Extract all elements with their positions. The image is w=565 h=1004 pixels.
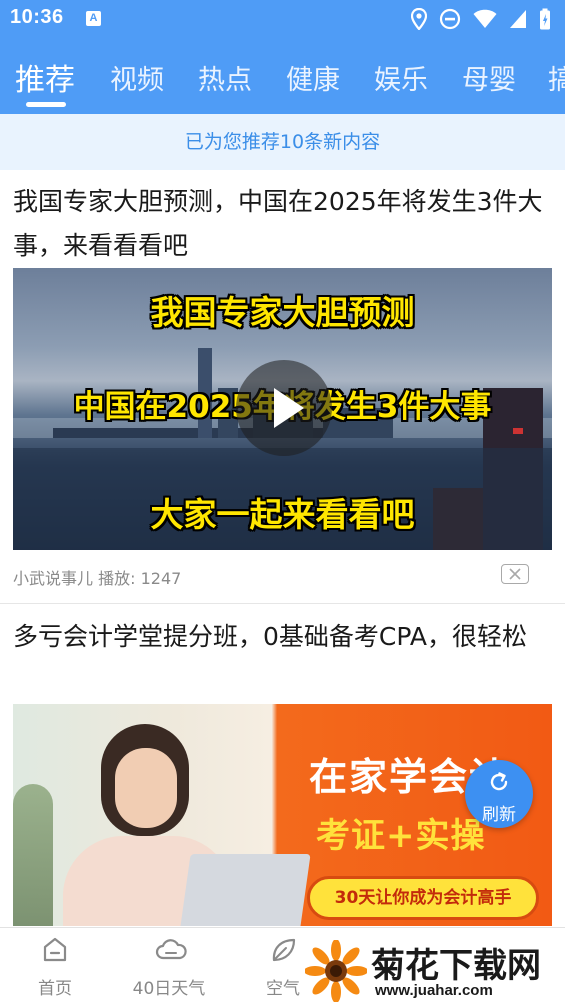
- battery-icon: [540, 8, 550, 30]
- notification-a-icon: A: [86, 11, 101, 26]
- close-icon: [508, 567, 521, 580]
- refresh-button[interactable]: 刷新: [465, 760, 533, 828]
- dismiss-article-button[interactable]: [501, 564, 529, 584]
- article-title-1[interactable]: 我国专家大胆预测，中国在2025年将发生3件大事，来看看看吧: [13, 180, 553, 268]
- ad-subheadline: 考证+实操: [316, 816, 486, 856]
- status-bar: 10:36 A: [0, 0, 565, 38]
- top-header: 10:36 A 推荐 视频 热点 健康 娱乐 母婴 搞: [0, 0, 565, 114]
- active-tab-indicator: [26, 102, 66, 107]
- tab-video[interactable]: 视频: [110, 58, 164, 97]
- tab-hot[interactable]: 热点: [198, 58, 252, 97]
- woman-image-face: [115, 748, 177, 828]
- nav-40day-weather[interactable]: 40日天气: [114, 928, 224, 1004]
- home-icon: [43, 937, 67, 962]
- plant-image: [13, 784, 53, 926]
- category-tabs: 推荐 视频 热点 健康 娱乐 母婴 搞: [0, 50, 565, 112]
- article-title-2[interactable]: 多亏会计学堂提分班，0基础备考CPA，很轻松: [13, 615, 553, 659]
- refresh-icon: [490, 772, 508, 791]
- article-meta-1: 小武说事儿 播放: 1247: [13, 565, 181, 589]
- status-time: 10:36: [10, 6, 64, 28]
- flower-logo-icon: [305, 940, 367, 1002]
- status-icons: [411, 7, 551, 31]
- watermark-text: 菊花下载网: [371, 946, 541, 986]
- laptop-image: [179, 854, 311, 926]
- wifi-icon: [473, 9, 497, 28]
- tab-health[interactable]: 健康: [286, 58, 340, 97]
- video-caption-line-1: 我国专家大胆预测: [150, 293, 415, 332]
- location-icon: [411, 8, 427, 30]
- article-source: 小武说事儿: [13, 569, 94, 588]
- play-icon[interactable]: [236, 360, 332, 456]
- nav-weather-label: 40日天气: [132, 979, 206, 999]
- refresh-label: 刷新: [482, 805, 516, 825]
- cloud-icon: [155, 939, 187, 960]
- tab-entertainment[interactable]: 娱乐: [374, 58, 428, 97]
- recommend-banner: 已为您推荐10条新内容: [0, 114, 565, 170]
- video-caption-line-3: 大家一起来看看吧: [150, 495, 415, 534]
- do-not-disturb-icon: [439, 8, 461, 30]
- tab-recommend[interactable]: 推荐: [15, 55, 75, 99]
- play-count: 播放: 1247: [98, 569, 182, 588]
- signal-icon: [510, 10, 526, 28]
- video-thumbnail-1[interactable]: 我国专家大胆预测 中国在2025年将发生3件大事 大家一起来看看吧: [13, 268, 552, 550]
- watermark-url: www.juahar.com: [375, 982, 493, 999]
- ad-pill: 30天让你成为会计高手: [307, 876, 539, 920]
- leaf-icon: [272, 938, 296, 962]
- article-divider: [0, 603, 565, 604]
- nav-home-label: 首页: [38, 979, 72, 999]
- nav-home[interactable]: 首页: [0, 928, 110, 1004]
- tab-maternity[interactable]: 母婴: [462, 58, 516, 97]
- watermark: 菊花下载网 www.juahar.com: [305, 938, 565, 1004]
- tab-more[interactable]: 搞: [548, 58, 565, 97]
